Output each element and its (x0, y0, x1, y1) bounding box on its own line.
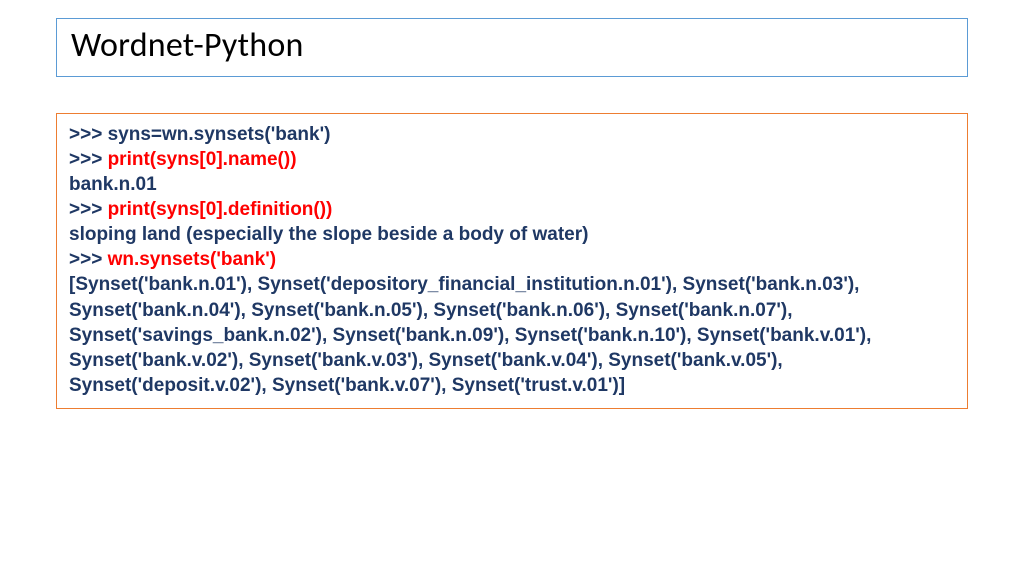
code-line-1: >>> syns=wn.synsets('bank') (69, 122, 955, 147)
slide-title: Wordnet-Python (71, 25, 953, 66)
repl-prompt: >>> (69, 249, 108, 270)
code-line-6: >>> wn.synsets('bank') (69, 247, 955, 272)
code-output: [Synset('bank.n.01'), Synset('depository… (69, 272, 955, 397)
code-output: sloping land (especially the slope besid… (69, 222, 955, 247)
repl-prompt: >>> (69, 199, 108, 220)
code-command-highlight: print(syns[0].name()) (108, 149, 297, 170)
code-command-highlight: wn.synsets('bank') (108, 249, 276, 270)
code-line-4: >>> print(syns[0].definition()) (69, 197, 955, 222)
code-command: syns=wn.synsets('bank') (108, 124, 331, 145)
code-block: >>> syns=wn.synsets('bank') >>> print(sy… (56, 113, 968, 409)
code-output: bank.n.01 (69, 172, 955, 197)
repl-prompt: >>> (69, 149, 108, 170)
code-command-highlight: print(syns[0].definition()) (108, 199, 333, 220)
repl-prompt: >>> (69, 124, 108, 145)
code-line-2: >>> print(syns[0].name()) (69, 147, 955, 172)
title-container: Wordnet-Python (56, 18, 968, 77)
